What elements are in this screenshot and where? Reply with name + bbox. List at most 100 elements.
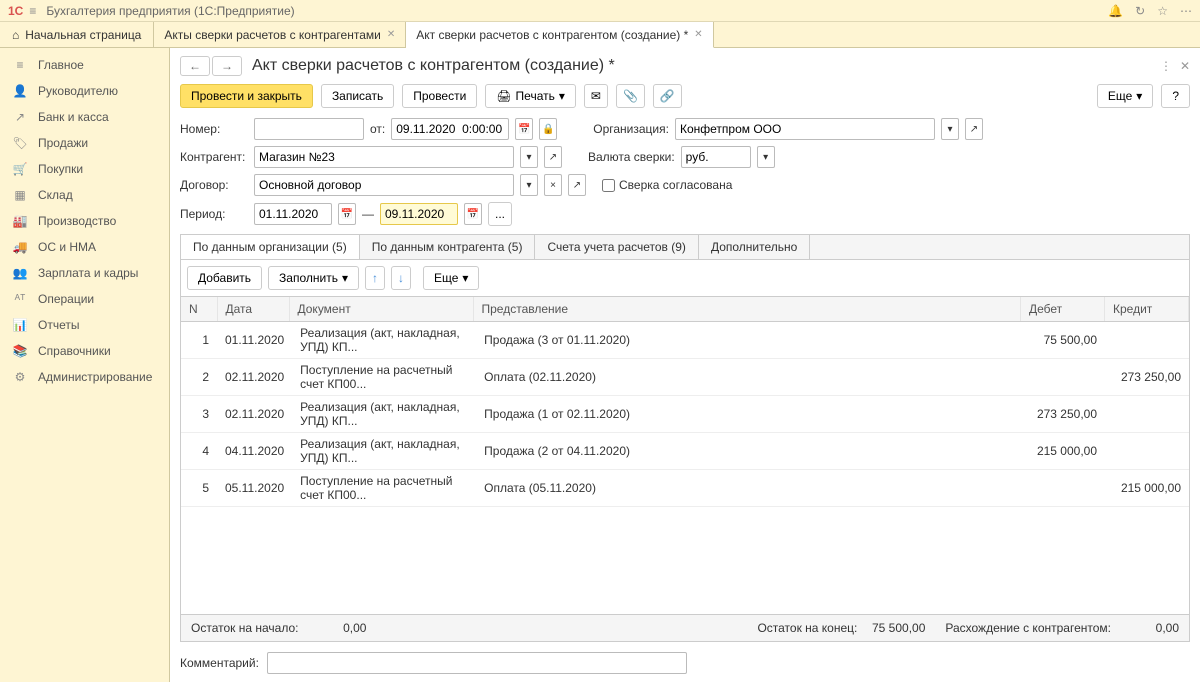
- subtab-2[interactable]: Счета учета расчетов (9): [535, 235, 698, 259]
- kebab-icon[interactable]: ⋮: [1160, 59, 1172, 73]
- clear-icon[interactable]: ×: [544, 174, 562, 196]
- sidebar-icon: 👥: [12, 266, 28, 280]
- sidebar-label: ОС и НМА: [38, 240, 96, 254]
- calendar-icon[interactable]: 📅: [338, 203, 356, 225]
- col-header[interactable]: Кредит: [1105, 297, 1189, 322]
- mail-button[interactable]: ✉: [584, 84, 608, 108]
- cell-n: 4: [181, 433, 217, 470]
- toolbar: Провести и закрыть Записать Провести 🖨 П…: [180, 84, 1190, 108]
- open-icon[interactable]: ↗: [965, 118, 983, 140]
- period-from-input[interactable]: [254, 203, 332, 225]
- period-label: Период:: [180, 207, 248, 221]
- tab-2-label: Акт сверки расчетов с контрагентом (созд…: [416, 28, 688, 42]
- sidebar-item-2[interactable]: ↗Банк и касса: [0, 104, 169, 130]
- period-select-button[interactable]: ...: [488, 202, 512, 226]
- cell-date: 01.11.2020: [217, 322, 292, 359]
- star-icon[interactable]: ☆: [1157, 4, 1168, 18]
- sidebar-icon: ↗: [12, 110, 28, 124]
- tab-1[interactable]: Акты сверки расчетов с контрагентами ✕: [154, 22, 406, 47]
- cell-n: 3: [181, 396, 217, 433]
- col-header[interactable]: Документ: [289, 297, 473, 322]
- dropdown-icon[interactable]: ▾: [757, 146, 775, 168]
- move-down-button[interactable]: ↓: [391, 266, 411, 290]
- counterparty-input[interactable]: [254, 146, 514, 168]
- agreed-checkbox[interactable]: [602, 179, 615, 192]
- currency-input[interactable]: [681, 146, 751, 168]
- print-button[interactable]: 🖨 Печать ▾: [485, 84, 576, 108]
- history-icon[interactable]: ↻: [1135, 4, 1145, 18]
- org-label: Организация:: [593, 122, 669, 136]
- dropdown-icon[interactable]: ▾: [520, 174, 538, 196]
- sidebar-item-3[interactable]: 🏷Продажи: [0, 130, 169, 156]
- help-button[interactable]: ?: [1161, 84, 1190, 108]
- sidebar-item-0[interactable]: ≡Главное: [0, 52, 169, 78]
- sidebar-icon: 👤: [12, 84, 28, 98]
- contract-input[interactable]: [254, 174, 514, 196]
- back-button[interactable]: ←: [180, 56, 210, 76]
- attach-button[interactable]: 📎: [616, 84, 645, 108]
- calendar-icon[interactable]: 📅: [464, 203, 482, 225]
- subtab-3[interactable]: Дополнительно: [699, 235, 810, 259]
- home-tab[interactable]: ⌂ Начальная страница: [0, 22, 154, 47]
- period-to-input[interactable]: [380, 203, 458, 225]
- sidebar-label: Руководителю: [38, 84, 118, 98]
- sidebar-item-6[interactable]: 🏭Производство: [0, 208, 169, 234]
- cell-credit: [1105, 396, 1189, 433]
- close-icon[interactable]: ✕: [694, 29, 702, 40]
- sidebar-item-7[interactable]: 🚚ОС и НМА: [0, 234, 169, 260]
- org-input[interactable]: [675, 118, 935, 140]
- more-icon[interactable]: ⋯: [1180, 4, 1192, 18]
- comment-input[interactable]: [267, 652, 687, 674]
- open-icon[interactable]: ↗: [544, 146, 562, 168]
- table-row[interactable]: 101.11.2020Реализация (акт, накладная, У…: [181, 322, 1189, 359]
- table-row[interactable]: 302.11.2020Реализация (акт, накладная, У…: [181, 396, 1189, 433]
- titlebar: 1C ≡ Бухгалтерия предприятия (1С:Предпри…: [0, 0, 1200, 22]
- forward-button[interactable]: →: [212, 56, 242, 76]
- home-label: Начальная страница: [25, 28, 141, 42]
- close-page-icon[interactable]: ✕: [1180, 59, 1190, 73]
- subtab-0[interactable]: По данным организации (5): [181, 235, 360, 259]
- sidebar-label: Операции: [38, 292, 94, 306]
- close-icon[interactable]: ✕: [387, 29, 395, 40]
- menu-icon[interactable]: ≡: [29, 4, 36, 18]
- tab-2[interactable]: Акт сверки расчетов с контрагентом (созд…: [406, 22, 713, 48]
- sidebar-icon: 📊: [12, 318, 28, 332]
- subtab-1[interactable]: По данным контрагента (5): [360, 235, 536, 259]
- col-header[interactable]: Дата: [217, 297, 289, 322]
- sidebar-item-1[interactable]: 👤 Руководителю: [0, 78, 169, 104]
- col-header[interactable]: Дебет: [1021, 297, 1105, 322]
- open-icon[interactable]: ↗: [568, 174, 586, 196]
- dropdown-icon[interactable]: ▾: [520, 146, 538, 168]
- table-row[interactable]: 202.11.2020Поступление на расчетный счет…: [181, 359, 1189, 396]
- sidebar-item-9[interactable]: ᴬᵀОперации: [0, 286, 169, 312]
- sidebar-item-11[interactable]: 📚Справочники: [0, 338, 169, 364]
- datetime-input[interactable]: [391, 118, 509, 140]
- post-button[interactable]: Провести: [402, 84, 477, 108]
- dropdown-icon[interactable]: ▾: [941, 118, 959, 140]
- sidebar-item-4[interactable]: 🛒Покупки: [0, 156, 169, 182]
- save-button[interactable]: Записать: [321, 84, 394, 108]
- table-row[interactable]: 505.11.2020Поступление на расчетный счет…: [181, 470, 1189, 507]
- number-input[interactable]: [254, 118, 364, 140]
- bell-icon[interactable]: 🔔: [1108, 4, 1123, 18]
- inner-more-button[interactable]: Еще ▾: [423, 266, 479, 290]
- fill-button[interactable]: Заполнить ▾: [268, 266, 359, 290]
- col-header[interactable]: Представление: [473, 297, 1021, 322]
- add-button[interactable]: Добавить: [187, 266, 262, 290]
- sidebar-item-8[interactable]: 👥Зарплата и кадры: [0, 260, 169, 286]
- move-up-button[interactable]: ↑: [365, 266, 385, 290]
- more-button[interactable]: Еще ▾: [1097, 84, 1153, 108]
- lock-icon[interactable]: 🔒: [539, 118, 557, 140]
- sidebar-item-5[interactable]: ▦Склад: [0, 182, 169, 208]
- sidebar-item-10[interactable]: 📊Отчеты: [0, 312, 169, 338]
- calendar-icon[interactable]: 📅: [515, 118, 533, 140]
- related-button[interactable]: 🔗: [653, 84, 682, 108]
- form: Номер: от: 📅 🔒 Организация: ▾ ↗ Контраге…: [180, 118, 1190, 226]
- sidebar-label: Продажи: [38, 136, 88, 150]
- table: NДатаДокументПредставлениеДебетКредит 10…: [180, 296, 1190, 615]
- col-header[interactable]: N: [181, 297, 217, 322]
- sidebar-item-12[interactable]: ⚙Администрирование: [0, 364, 169, 390]
- table-row[interactable]: 404.11.2020Реализация (акт, накладная, У…: [181, 433, 1189, 470]
- post-and-close-button[interactable]: Провести и закрыть: [180, 84, 313, 108]
- cell-credit: [1105, 322, 1189, 359]
